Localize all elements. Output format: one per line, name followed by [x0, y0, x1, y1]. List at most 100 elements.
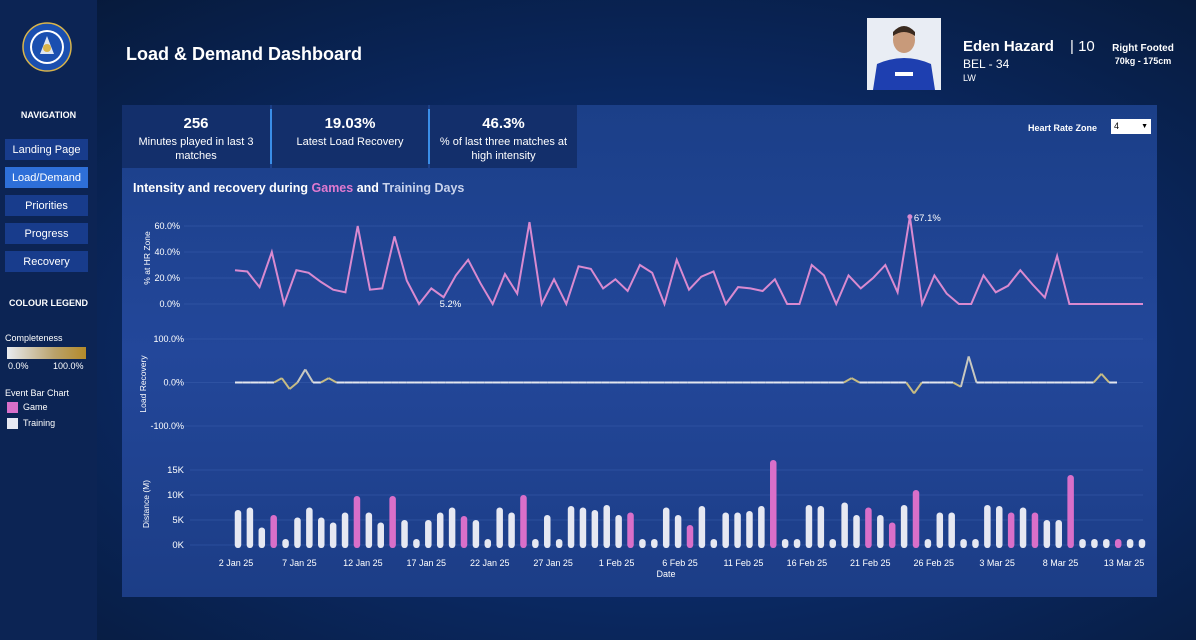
distance-y-tick-label: 10K	[167, 490, 185, 501]
recovery-line-segment	[851, 377, 860, 384]
recovery-line-segment	[843, 377, 853, 384]
player-photo	[867, 18, 941, 90]
training-bar	[436, 512, 444, 548]
date-axis-label: Date	[656, 569, 675, 579]
training-bar	[651, 539, 658, 548]
recovery-line-segment	[281, 377, 291, 390]
training-bar	[448, 507, 456, 548]
hr-annotation: 5.2%	[440, 299, 462, 310]
training-bar	[805, 505, 813, 548]
training-bar	[615, 515, 622, 548]
game-swatch	[7, 402, 18, 413]
training-bar	[234, 510, 242, 548]
recovery-line-segment	[304, 368, 314, 384]
training-bar	[246, 507, 254, 548]
recovery-y-tick-label: -100.0%	[150, 421, 184, 431]
date-tick-label: 7 Jan 25	[282, 558, 317, 568]
nav-priorities[interactable]: Priorities	[5, 195, 88, 216]
training-bar	[829, 539, 836, 548]
player-nation-age: BEL - 34	[963, 57, 1010, 71]
navigation-heading: NAVIGATION	[20, 110, 77, 120]
date-tick-label: 3 Mar 25	[979, 558, 1015, 568]
training-bar	[532, 539, 539, 548]
nav-progress[interactable]: Progress	[5, 223, 88, 244]
game-bar	[627, 512, 634, 548]
nav-load-demand[interactable]: Load/Demand	[5, 167, 88, 188]
training-bar	[282, 539, 289, 548]
game-bar	[520, 495, 527, 548]
training-bar	[972, 539, 979, 548]
training-bar	[1103, 539, 1110, 548]
game-bar	[865, 507, 872, 548]
training-bar	[591, 510, 599, 548]
training-bar	[900, 505, 908, 548]
training-bar	[401, 520, 408, 548]
training-bar	[853, 515, 860, 548]
game-bar	[389, 496, 396, 548]
recovery-line-segment	[328, 377, 337, 384]
training-bar	[1019, 507, 1027, 548]
recovery-line-segment	[952, 381, 962, 388]
date-tick-label: 12 Jan 25	[343, 558, 383, 568]
training-bar	[924, 539, 932, 548]
player-size: 70kg - 175cm	[1114, 56, 1172, 66]
training-bar	[639, 539, 646, 548]
training-bar	[341, 512, 349, 548]
training-bar	[674, 515, 682, 548]
training-bar	[877, 515, 884, 548]
date-tick-label: 13 Mar 25	[1104, 558, 1145, 568]
training-bar	[365, 512, 373, 548]
training-bar	[746, 511, 753, 548]
player-name: Eden Hazard	[963, 38, 1054, 55]
training-bar	[306, 507, 313, 548]
training-bar	[258, 527, 266, 548]
training-bar	[567, 506, 575, 548]
date-tick-label: 26 Feb 25	[913, 558, 954, 568]
game-label: Game	[23, 402, 48, 412]
hr-y-tick-label: 40.0%	[154, 247, 180, 257]
training-bar	[781, 539, 789, 548]
training-bar	[1079, 539, 1086, 548]
training-bar	[377, 522, 384, 548]
training-bar	[936, 512, 944, 548]
game-bar	[686, 525, 694, 548]
game-bar	[353, 496, 361, 548]
game-bar	[1067, 475, 1074, 548]
nav-landing-page[interactable]: Landing Page	[5, 139, 88, 160]
club-crest-logo	[22, 22, 72, 72]
date-tick-label: 1 Feb 25	[599, 558, 635, 568]
colour-legend-heading: COLOUR LEGEND	[8, 298, 88, 308]
distance-y-axis-label: Distance (M)	[141, 480, 151, 528]
training-bar	[1091, 539, 1098, 548]
game-bar	[460, 516, 468, 548]
training-bar	[555, 539, 563, 548]
completeness-max: 100.0%	[53, 361, 84, 371]
training-bar	[329, 522, 337, 548]
training-bar	[318, 517, 325, 548]
training-bar	[1126, 539, 1134, 548]
training-bar	[734, 512, 741, 548]
recovery-line-segment	[1100, 373, 1110, 384]
training-bar	[294, 517, 301, 548]
distance-y-tick-label: 5K	[172, 515, 184, 526]
recovery-y-tick-label: 0.0%	[163, 378, 184, 388]
game-bar	[770, 460, 777, 548]
hr-annotation: 67.1%	[914, 213, 941, 224]
nav-recovery[interactable]: Recovery	[5, 251, 88, 272]
training-swatch	[7, 418, 18, 429]
date-tick-label: 21 Feb 25	[850, 558, 891, 568]
recovery-y-tick-label: 100.0%	[153, 334, 184, 344]
recovery-line-segment	[320, 377, 330, 384]
page-title: Load & Demand Dashboard	[126, 44, 363, 64]
training-bar	[793, 539, 801, 548]
recovery-line-segment	[967, 356, 978, 383]
charts-svg: 60.0% 40.0% 20.0% 0.0% 67.1% 5.2% % at HR Zone…	[138, 213, 1146, 579]
game-bar	[1007, 512, 1015, 548]
recovery-line-segment	[288, 381, 299, 390]
date-tick-label: 2 Jan 25	[219, 558, 254, 568]
player-foot: Right Footed	[1112, 43, 1174, 54]
game-bar	[888, 522, 896, 548]
training-bar	[710, 539, 718, 548]
player-position: LW	[963, 73, 976, 83]
distance-y-tick-label: 0K	[172, 540, 184, 551]
